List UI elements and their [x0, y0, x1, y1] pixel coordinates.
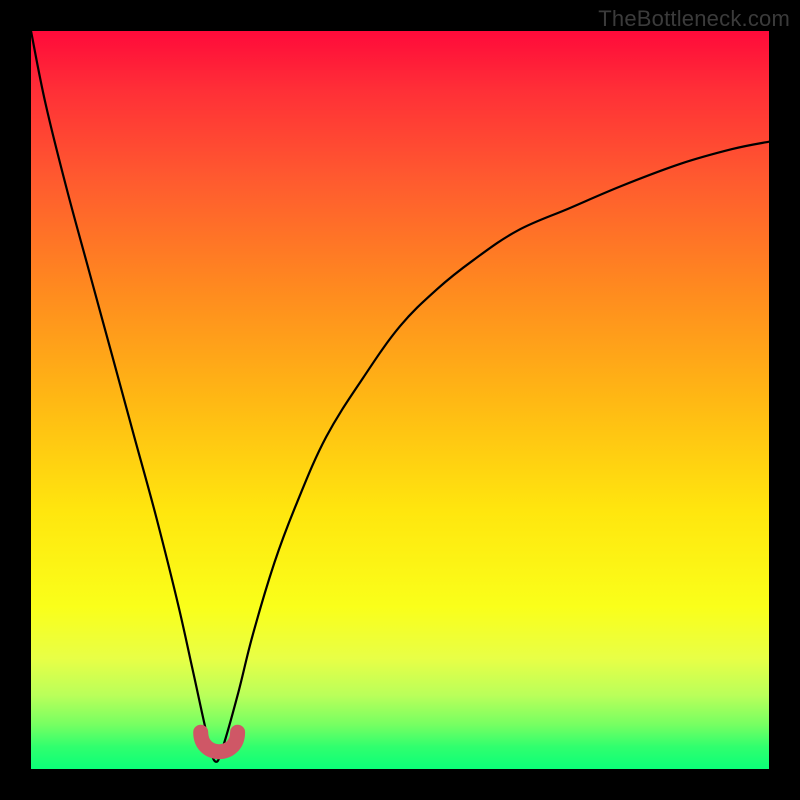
- plot-area: [31, 31, 769, 769]
- watermark-text: TheBottleneck.com: [598, 6, 790, 32]
- min-region-marker: [201, 732, 238, 752]
- bottleneck-curve: [31, 31, 769, 762]
- curve-layer: [31, 31, 769, 769]
- chart-frame: TheBottleneck.com: [0, 0, 800, 800]
